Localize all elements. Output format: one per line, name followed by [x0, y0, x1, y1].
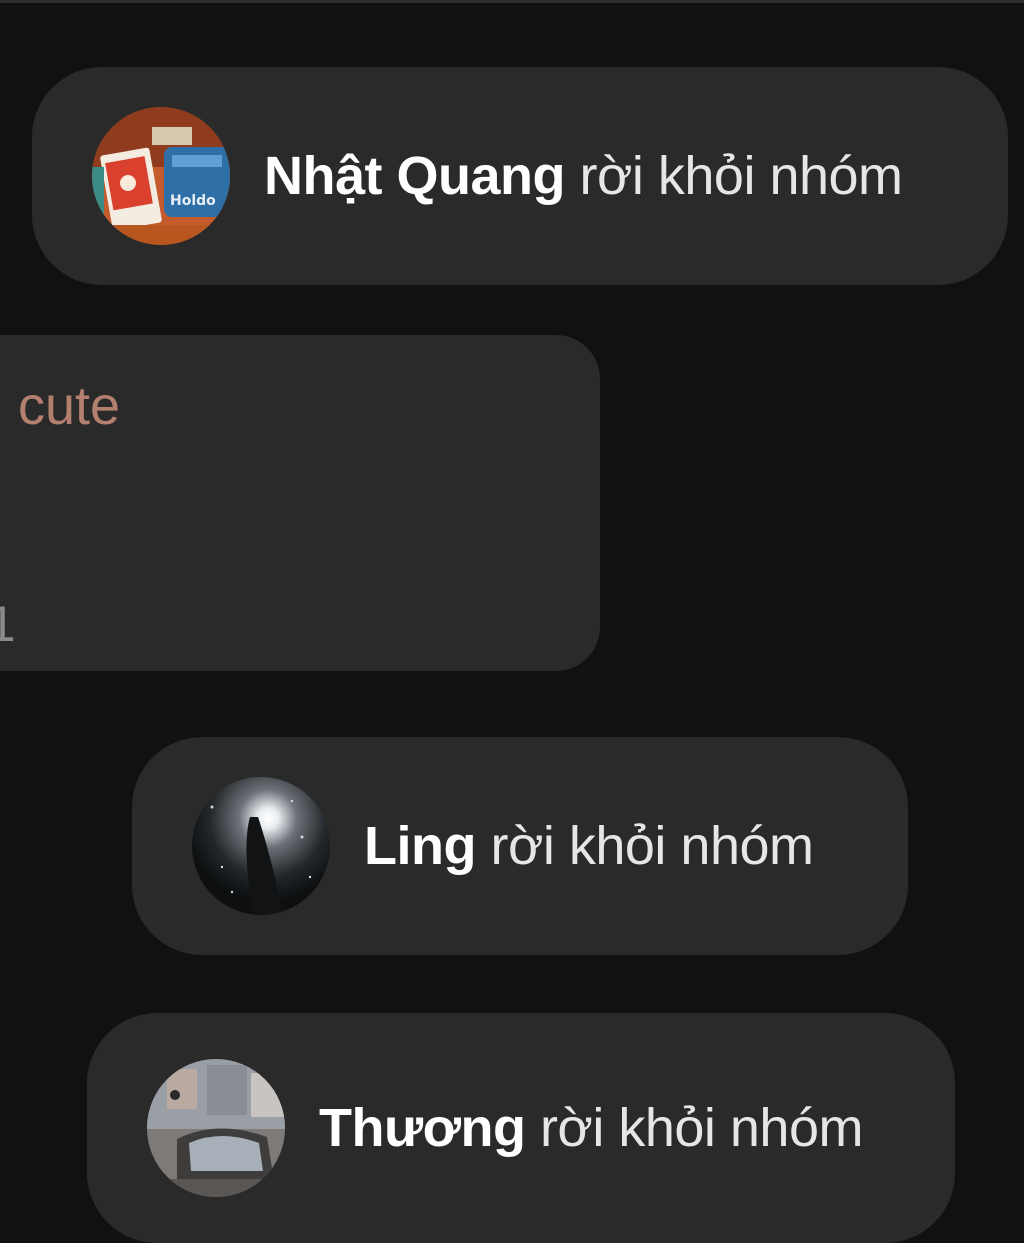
message-bubble[interactable]: cute 01: [0, 335, 600, 671]
member-name[interactable]: Thương: [319, 1098, 526, 1158]
system-notice-member-left: Holdo Nhật Quang rời khỏi nhóm: [32, 67, 1008, 285]
system-notice-member-left: Ling rời khỏi nhóm: [132, 737, 908, 955]
notice-action: rời khỏi nhóm: [475, 816, 814, 876]
avatar-image: [147, 1059, 285, 1197]
notice-action: rời khỏi nhóm: [565, 146, 904, 206]
message-time: 01: [0, 596, 16, 652]
avatar-image: Holdo: [92, 107, 230, 245]
svg-text:Holdo: Holdo: [170, 193, 216, 209]
top-divider: [0, 0, 1024, 3]
notice-action: rời khỏi nhóm: [525, 1098, 864, 1158]
avatar-image: [192, 777, 330, 915]
system-notice-member-left: Thương rời khỏi nhóm: [87, 1013, 955, 1243]
member-name[interactable]: Nhật Quang: [264, 146, 566, 206]
notice-text: Thương rời khỏi nhóm: [319, 1101, 863, 1155]
notice-text: Nhật Quang rời khỏi nhóm: [264, 149, 903, 203]
avatar[interactable]: Holdo: [92, 107, 230, 245]
avatar[interactable]: [192, 777, 330, 915]
member-name[interactable]: Ling: [364, 816, 476, 876]
avatar[interactable]: [147, 1059, 285, 1197]
notice-text: Ling rời khỏi nhóm: [364, 819, 814, 873]
message-text: cute: [18, 376, 121, 436]
